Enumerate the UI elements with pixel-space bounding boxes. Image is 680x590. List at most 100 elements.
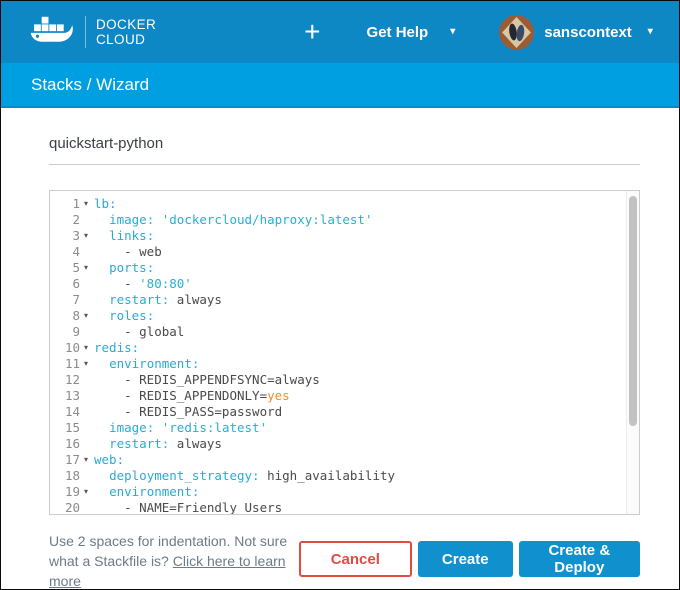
line-number: 8 — [50, 308, 80, 324]
code-text: - global — [94, 324, 639, 340]
wizard-content: 1▾lb:2 image: 'dockercloud/haproxy:lates… — [1, 108, 679, 590]
create-button[interactable]: Create — [418, 541, 513, 577]
logo-divider — [85, 16, 86, 48]
code-text: image: 'redis:latest' — [94, 420, 639, 436]
line-number: 7 — [50, 292, 80, 308]
fold-gutter-empty — [80, 324, 94, 340]
create-new-button[interactable]: + — [304, 18, 320, 46]
fold-gutter-empty — [80, 404, 94, 420]
code-line: 15 image: 'redis:latest' — [50, 420, 639, 436]
editor-scrollbar-track[interactable] — [626, 191, 639, 514]
code-line: 3▾ links: — [50, 228, 639, 244]
code-text: - NAME=Friendly Users — [94, 500, 639, 515]
code-line: 10▾redis: — [50, 340, 639, 356]
fold-arrow-icon[interactable]: ▾ — [80, 228, 94, 244]
editor-lines: 1▾lb:2 image: 'dockercloud/haproxy:lates… — [50, 196, 639, 515]
code-line: 18 deployment_strategy: high_availabilit… — [50, 468, 639, 484]
username: sanscontext — [544, 24, 632, 41]
fold-arrow-icon[interactable]: ▾ — [80, 260, 94, 276]
fold-arrow-icon[interactable]: ▾ — [80, 356, 94, 372]
code-text: links: — [94, 228, 639, 244]
fold-arrow-icon[interactable]: ▾ — [80, 196, 94, 212]
line-number: 17 — [50, 452, 80, 468]
docker-whale-icon — [29, 15, 73, 49]
line-number: 10 — [50, 340, 80, 356]
user-menu[interactable]: sanscontext ▾ — [499, 15, 653, 50]
code-text: environment: — [94, 484, 639, 500]
code-text: - '80:80' — [94, 276, 639, 292]
line-number: 6 — [50, 276, 80, 292]
code-text: restart: always — [94, 436, 639, 452]
code-line: 14 - REDIS_PASS=password — [50, 404, 639, 420]
code-text: - REDIS_PASS=password — [94, 404, 639, 420]
indentation-hint: Use 2 spaces for indentation. Not sure w… — [49, 531, 299, 590]
code-text: redis: — [94, 340, 639, 356]
fold-gutter-empty — [80, 372, 94, 388]
fold-gutter-empty — [80, 244, 94, 260]
line-number: 15 — [50, 420, 80, 436]
editor-scrollbar-thumb[interactable] — [629, 196, 637, 426]
code-line: 12 - REDIS_APPENDFSYNC=always — [50, 372, 639, 388]
code-text: - REDIS_APPENDFSYNC=always — [94, 372, 639, 388]
line-number: 5 — [50, 260, 80, 276]
line-number: 9 — [50, 324, 80, 340]
code-text: roles: — [94, 308, 639, 324]
code-line: 11▾ environment: — [50, 356, 639, 372]
get-help-menu[interactable]: Get Help ▾ — [367, 24, 456, 41]
create-deploy-button[interactable]: Create & Deploy — [519, 541, 640, 577]
line-number: 1 — [50, 196, 80, 212]
code-text: environment: — [94, 356, 639, 372]
line-number: 11 — [50, 356, 80, 372]
fold-arrow-icon[interactable]: ▾ — [80, 484, 94, 500]
code-text: web: — [94, 452, 639, 468]
fold-gutter-empty — [80, 468, 94, 484]
breadcrumb: Stacks / Wizard — [31, 75, 149, 95]
stackfile-editor[interactable]: 1▾lb:2 image: 'dockercloud/haproxy:lates… — [49, 190, 640, 515]
code-text: image: 'dockercloud/haproxy:latest' — [94, 212, 639, 228]
cancel-button[interactable]: Cancel — [299, 541, 412, 577]
docker-cloud-window: DOCKER CLOUD + Get Help ▾ — [0, 0, 680, 590]
code-text: - web — [94, 244, 639, 260]
code-line: 7 restart: always — [50, 292, 639, 308]
line-number: 19 — [50, 484, 80, 500]
line-number: 2 — [50, 212, 80, 228]
fold-gutter-empty — [80, 292, 94, 308]
code-text: lb: — [94, 196, 639, 212]
code-line: 16 restart: always — [50, 436, 639, 452]
fold-arrow-icon[interactable]: ▾ — [80, 452, 94, 468]
code-line: 20 - NAME=Friendly Users — [50, 500, 639, 515]
code-text: ports: — [94, 260, 639, 276]
docker-cloud-logo[interactable]: DOCKER CLOUD — [29, 15, 156, 49]
code-text: deployment_strategy: high_availability — [94, 468, 639, 484]
line-number: 14 — [50, 404, 80, 420]
line-number: 13 — [50, 388, 80, 404]
code-line: 8▾ roles: — [50, 308, 639, 324]
fold-arrow-icon[interactable]: ▾ — [80, 308, 94, 324]
code-line: 17▾web: — [50, 452, 639, 468]
fold-arrow-icon[interactable]: ▾ — [80, 340, 94, 356]
breadcrumb-bar: Stacks / Wizard — [1, 63, 679, 108]
code-line: 5▾ ports: — [50, 260, 639, 276]
line-number: 16 — [50, 436, 80, 452]
stack-name-input[interactable] — [49, 131, 640, 165]
fold-gutter-empty — [80, 212, 94, 228]
fold-gutter-empty — [80, 420, 94, 436]
line-number: 18 — [50, 468, 80, 484]
code-text: - REDIS_APPENDONLY=yes — [94, 388, 639, 404]
line-number: 3 — [50, 228, 80, 244]
chevron-down-icon: ▾ — [648, 27, 653, 37]
fold-gutter-empty — [80, 276, 94, 292]
code-line: 6 - '80:80' — [50, 276, 639, 292]
code-line: 13 - REDIS_APPENDONLY=yes — [50, 388, 639, 404]
brand-wordmark: DOCKER CLOUD — [96, 17, 156, 47]
avatar — [499, 15, 534, 50]
get-help-label: Get Help — [367, 24, 429, 41]
code-line: 2 image: 'dockercloud/haproxy:latest' — [50, 212, 639, 228]
code-line: 19▾ environment: — [50, 484, 639, 500]
top-navbar: DOCKER CLOUD + Get Help ▾ — [1, 1, 679, 63]
action-buttons: Cancel Create Create & Deploy — [299, 541, 640, 577]
code-line: 1▾lb: — [50, 196, 639, 212]
fold-gutter-empty — [80, 436, 94, 452]
line-number: 4 — [50, 244, 80, 260]
chevron-down-icon: ▾ — [450, 27, 455, 37]
